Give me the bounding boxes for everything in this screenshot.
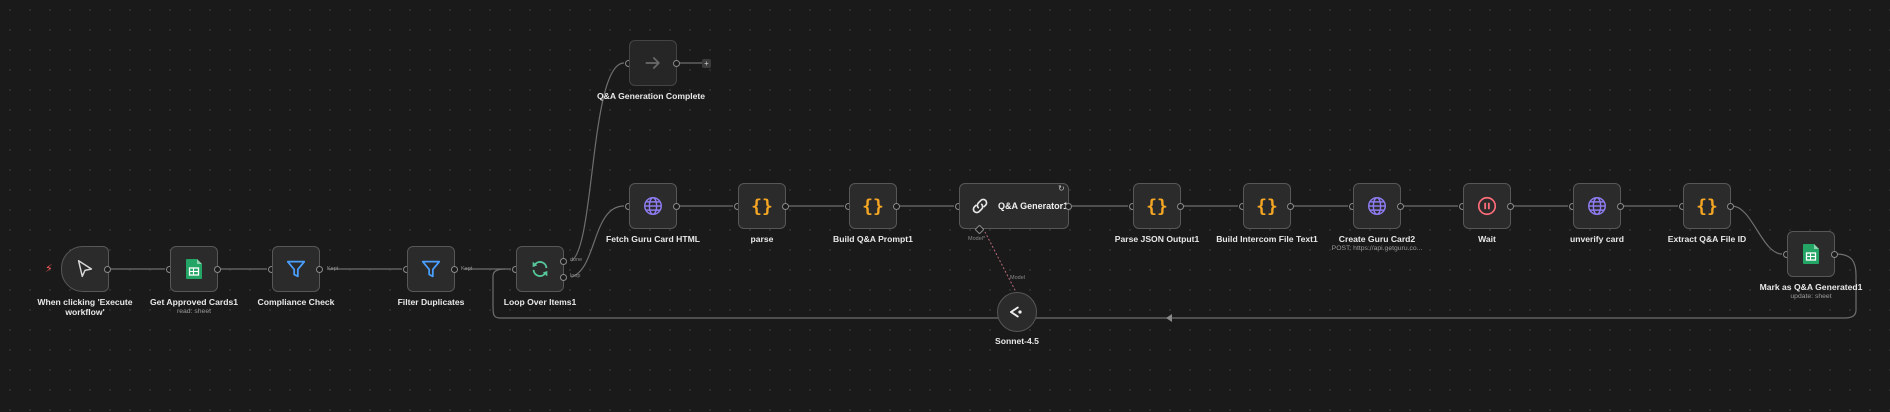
node-subtitle: update: sheet (1790, 293, 1832, 300)
google-sheets-icon (186, 259, 202, 279)
svg-text:{}: {} (1256, 196, 1278, 217)
output-handle[interactable] (104, 266, 111, 273)
node-parse-json-output[interactable]: {} (1133, 183, 1181, 229)
code-braces-icon: {} (750, 195, 774, 217)
node-parse[interactable]: {} (738, 183, 786, 229)
node-extract-qa-file-id[interactable]: {} (1683, 183, 1731, 229)
port-label-kept: Kept (327, 266, 339, 272)
output-handle[interactable] (1397, 203, 1404, 210)
svg-text:{}: {} (751, 196, 773, 217)
node-compliance-check[interactable] (272, 246, 320, 292)
output-handle[interactable] (316, 266, 323, 273)
filter-icon (420, 258, 442, 280)
node-title: Get Approved Cards1 (149, 297, 239, 307)
port-label-model: Model* (968, 236, 986, 242)
output-handle[interactable] (1287, 203, 1294, 210)
output-handle[interactable] (214, 266, 221, 273)
output-handle[interactable] (673, 203, 680, 210)
node-build-intercom-file-text[interactable]: {} (1243, 183, 1291, 229)
node-qa-generator[interactable]: Q&A Generator1 (959, 183, 1069, 229)
node-label: Loop Over Items1 (503, 297, 577, 307)
node-title: Q&A Generator1 (998, 201, 1069, 211)
node-build-qa-prompt[interactable]: {} (849, 183, 897, 229)
output-handle[interactable] (782, 203, 789, 210)
svg-text:{}: {} (1146, 196, 1168, 217)
node-fetch-guru-card-html[interactable] (629, 183, 677, 229)
node-qa-generation-complete[interactable] (629, 40, 677, 86)
globe-icon (1586, 195, 1608, 217)
svg-text:{}: {} (862, 196, 884, 217)
workflow-canvas[interactable]: ⚡ When clicking 'Execute workflow' Get A… (0, 0, 1890, 412)
wire-mark-loopback (492, 253, 1857, 319)
port-label-loop: loop (570, 273, 581, 279)
output-handle[interactable] (1617, 203, 1624, 210)
loopback-arrow (1166, 314, 1172, 322)
loop-icon (529, 258, 551, 280)
node-label: Build Q&A Prompt1 (833, 234, 913, 244)
port-label-done: done (570, 257, 583, 263)
node-wait[interactable] (1463, 183, 1511, 229)
refresh-icon: ↻ (1058, 184, 1065, 193)
node-mark-as-qa-generated[interactable] (1787, 231, 1835, 277)
output-handle[interactable] (1507, 203, 1514, 210)
link-chain-icon (970, 196, 990, 216)
node-label: Mark as Q&A Generated1 update: sheet (1746, 282, 1876, 301)
wire-model-generator (984, 231, 1018, 295)
output-handle[interactable] (673, 60, 680, 67)
trigger-bolt-icon: ⚡ (45, 263, 53, 275)
output-handle[interactable] (1177, 203, 1184, 210)
node-title: Create Guru Card2 (1338, 234, 1416, 244)
port-label-kept: Kept (461, 266, 473, 272)
node-title: Mark as Q&A Generated1 (1759, 282, 1863, 292)
node-label: Q&A Generation Complete (596, 91, 706, 101)
pause-icon (1476, 195, 1498, 217)
anthropic-icon (1008, 303, 1026, 321)
output-handle[interactable] (1831, 251, 1838, 258)
output-handle-loop[interactable] (560, 274, 567, 281)
google-sheets-icon (1803, 244, 1819, 264)
node-create-guru-card[interactable] (1353, 183, 1401, 229)
node-get-approved-cards[interactable] (170, 246, 218, 292)
node-filter-duplicates[interactable] (407, 246, 455, 292)
svg-text:{}: {} (1696, 196, 1718, 217)
node-label: Extract Q&A File ID (1667, 234, 1747, 244)
add-node-button[interactable]: + (702, 59, 711, 68)
node-label: Sonnet-4.5 (995, 336, 1039, 346)
cursor-icon (74, 258, 96, 280)
output-handle[interactable] (451, 266, 458, 273)
code-braces-icon: {} (861, 195, 885, 217)
node-unverify-card[interactable] (1573, 183, 1621, 229)
output-handle-done[interactable] (560, 258, 567, 265)
wire-extract-mark (1731, 205, 1783, 255)
port-label-model: Model (1010, 275, 1025, 281)
node-loop-over-items[interactable] (516, 246, 564, 292)
code-braces-icon: {} (1695, 195, 1719, 217)
globe-icon (642, 195, 664, 217)
output-handle[interactable] (1065, 203, 1072, 210)
node-subtitle: POST: https://api.getguru.co... (1331, 245, 1423, 252)
arrow-right-icon (643, 53, 663, 73)
output-handle[interactable] (893, 203, 900, 210)
node-subtitle: read: sheet (176, 308, 211, 315)
code-braces-icon: {} (1145, 195, 1169, 217)
node-manual-trigger[interactable] (61, 246, 109, 292)
output-handle[interactable] (1727, 203, 1734, 210)
filter-icon (285, 258, 307, 280)
globe-icon (1366, 195, 1388, 217)
code-braces-icon: {} (1255, 195, 1279, 217)
node-label: Compliance Check (257, 297, 335, 307)
node-sonnet-model[interactable] (997, 292, 1037, 332)
